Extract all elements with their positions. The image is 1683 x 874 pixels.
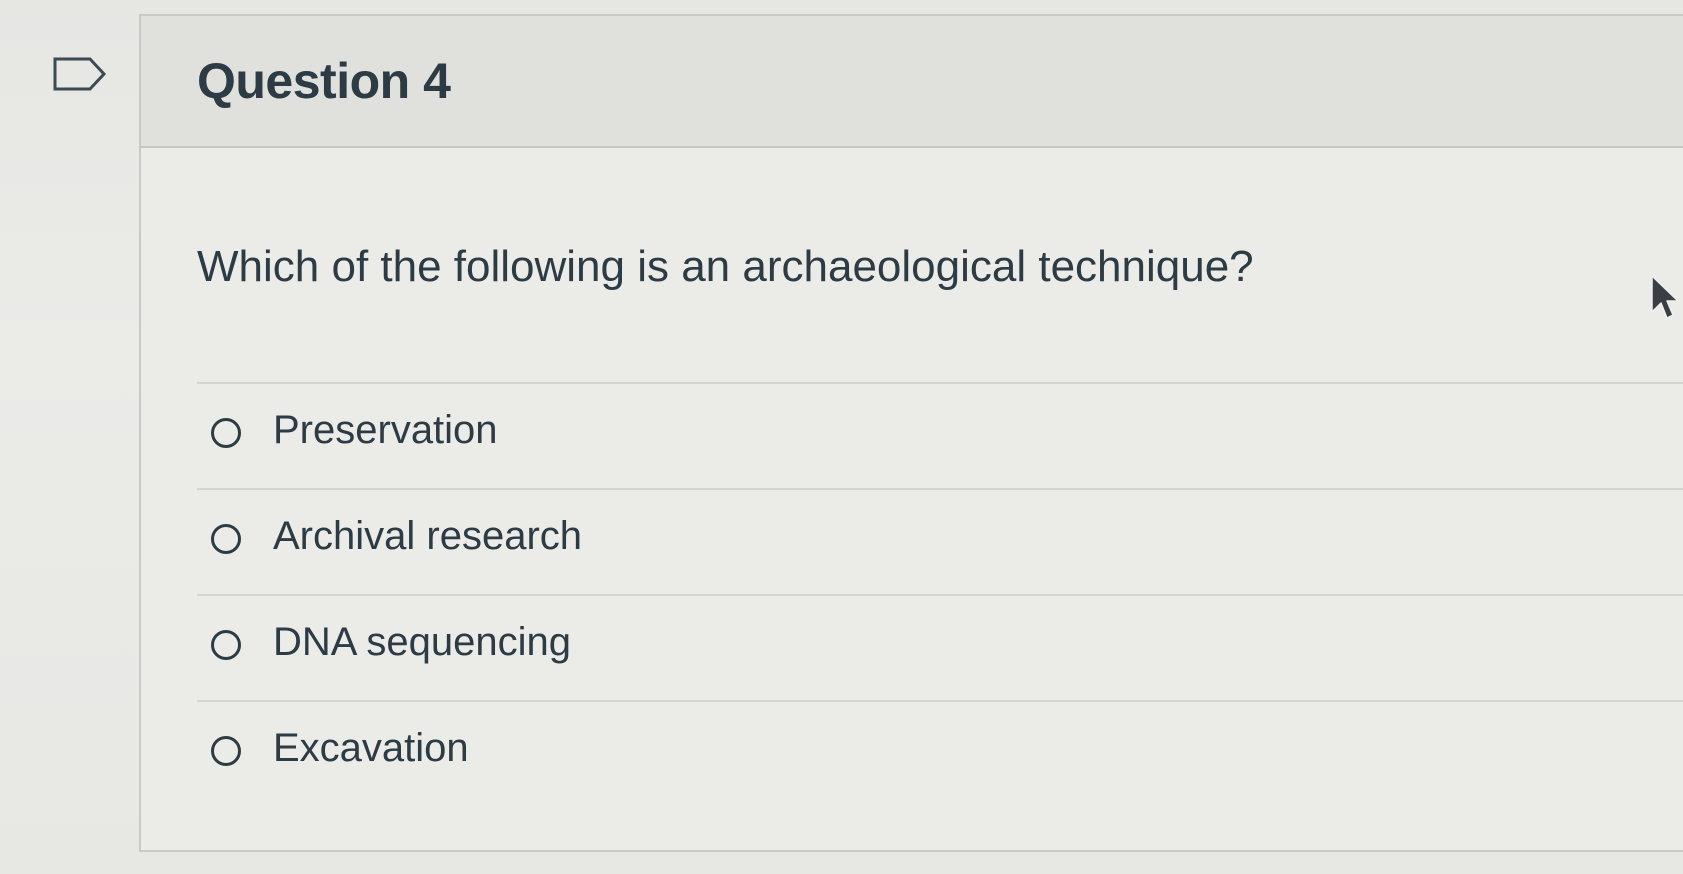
radio-button[interactable] <box>211 418 241 448</box>
quiz-page: Question 4 Which of the following is an … <box>0 0 1683 874</box>
answer-option[interactable]: DNA sequencing <box>197 594 1683 700</box>
answer-list: Preservation Archival research DNA seque… <box>197 382 1683 806</box>
answer-label[interactable]: Preservation <box>273 408 498 453</box>
mouse-pointer-icon <box>1651 275 1679 319</box>
question-title: Question 4 <box>197 53 451 109</box>
answer-option[interactable]: Preservation <box>197 382 1683 488</box>
answer-label[interactable]: Archival research <box>273 514 582 559</box>
question-header: Question 4 <box>141 16 1683 148</box>
answer-option[interactable]: Excavation <box>197 700 1683 806</box>
question-card: Question 4 Which of the following is an … <box>139 14 1683 852</box>
radio-button[interactable] <box>211 630 241 660</box>
radio-button[interactable] <box>211 524 241 554</box>
answer-label[interactable]: DNA sequencing <box>273 620 571 665</box>
answer-option[interactable]: Archival research <box>197 488 1683 594</box>
answer-label[interactable]: Excavation <box>273 726 469 771</box>
flag-outline-icon <box>53 57 107 91</box>
question-text: Which of the following is an archaeologi… <box>197 242 1254 291</box>
radio-button[interactable] <box>211 736 241 766</box>
flag-question-button[interactable] <box>52 56 108 92</box>
